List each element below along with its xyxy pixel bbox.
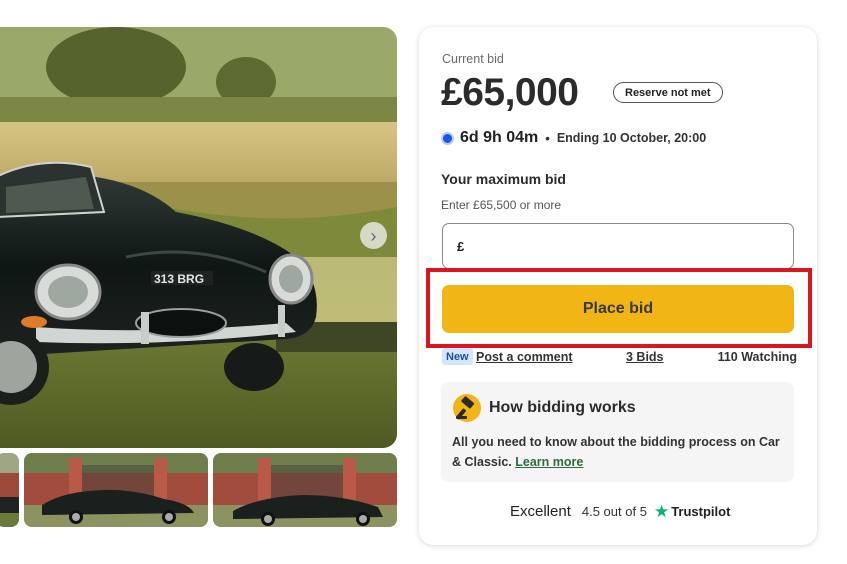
post-comment-link[interactable]: Post a comment — [476, 350, 573, 364]
learn-more-link[interactable]: Learn more — [515, 455, 583, 469]
bids-count-link[interactable]: 3 Bids — [626, 350, 664, 364]
minimum-bid-hint: Enter £65,500 or more — [441, 198, 562, 212]
svg-text:313 BRG: 313 BRG — [154, 272, 204, 286]
how-bidding-works-body: All you need to know about the bidding p… — [452, 435, 780, 469]
reserve-status-badge: Reserve not met — [613, 82, 723, 103]
bid-card: Current bid £65,000 Reserve not met 6d 9… — [419, 27, 817, 545]
auction-end-date: Ending 10 October, 20:00 — [556, 131, 707, 145]
bid-amount-field[interactable]: £ — [442, 223, 794, 269]
auction-timer: 6d 9h 04m • Ending 10 October, 20:00 — [441, 129, 706, 147]
watching-count: 110 Watching — [717, 350, 797, 364]
trustpilot-star-icon: ★ — [653, 502, 670, 521]
chevron-right-icon: › — [370, 225, 377, 246]
new-badge: New — [442, 348, 473, 365]
trust-score-label: Excellent — [510, 503, 571, 520]
place-bid-button[interactable]: Place bid — [442, 285, 794, 333]
main-gallery-image[interactable]: 313 BRG — [0, 27, 397, 448]
trustpilot-logo-text: Trustpilot — [671, 504, 731, 519]
bid-actions-row: New Post a comment 3 Bids 110 Watching — [442, 348, 797, 366]
timer-separator: • — [545, 130, 550, 146]
currency-symbol: £ — [457, 238, 465, 254]
gallery-thumbnail[interactable] — [213, 453, 397, 527]
how-bidding-works-title: How bidding works — [489, 399, 636, 416]
live-dot-icon — [441, 131, 454, 145]
gallery-next-button[interactable]: › — [360, 222, 387, 249]
how-bidding-works-text: All you need to know about the bidding p… — [452, 432, 782, 472]
gallery-thumbnail[interactable] — [0, 453, 19, 527]
gavel-icon — [453, 394, 481, 422]
current-bid-label: Current bid — [442, 52, 504, 66]
gallery-thumbnail[interactable] — [24, 453, 208, 527]
bid-amount-input[interactable] — [468, 224, 793, 268]
time-remaining: 6d 9h 04m — [460, 129, 539, 146]
trustpilot-rating[interactable]: Excellent 4.5 out of 5 ★ Trustpilot — [510, 503, 730, 520]
trust-rating-value: 4.5 out of 5 — [581, 504, 647, 519]
max-bid-label: Your maximum bid — [441, 171, 566, 187]
current-bid-amount: £65,000 — [441, 71, 579, 114]
how-bidding-works-box: How bidding works All you need to know a… — [441, 382, 794, 482]
